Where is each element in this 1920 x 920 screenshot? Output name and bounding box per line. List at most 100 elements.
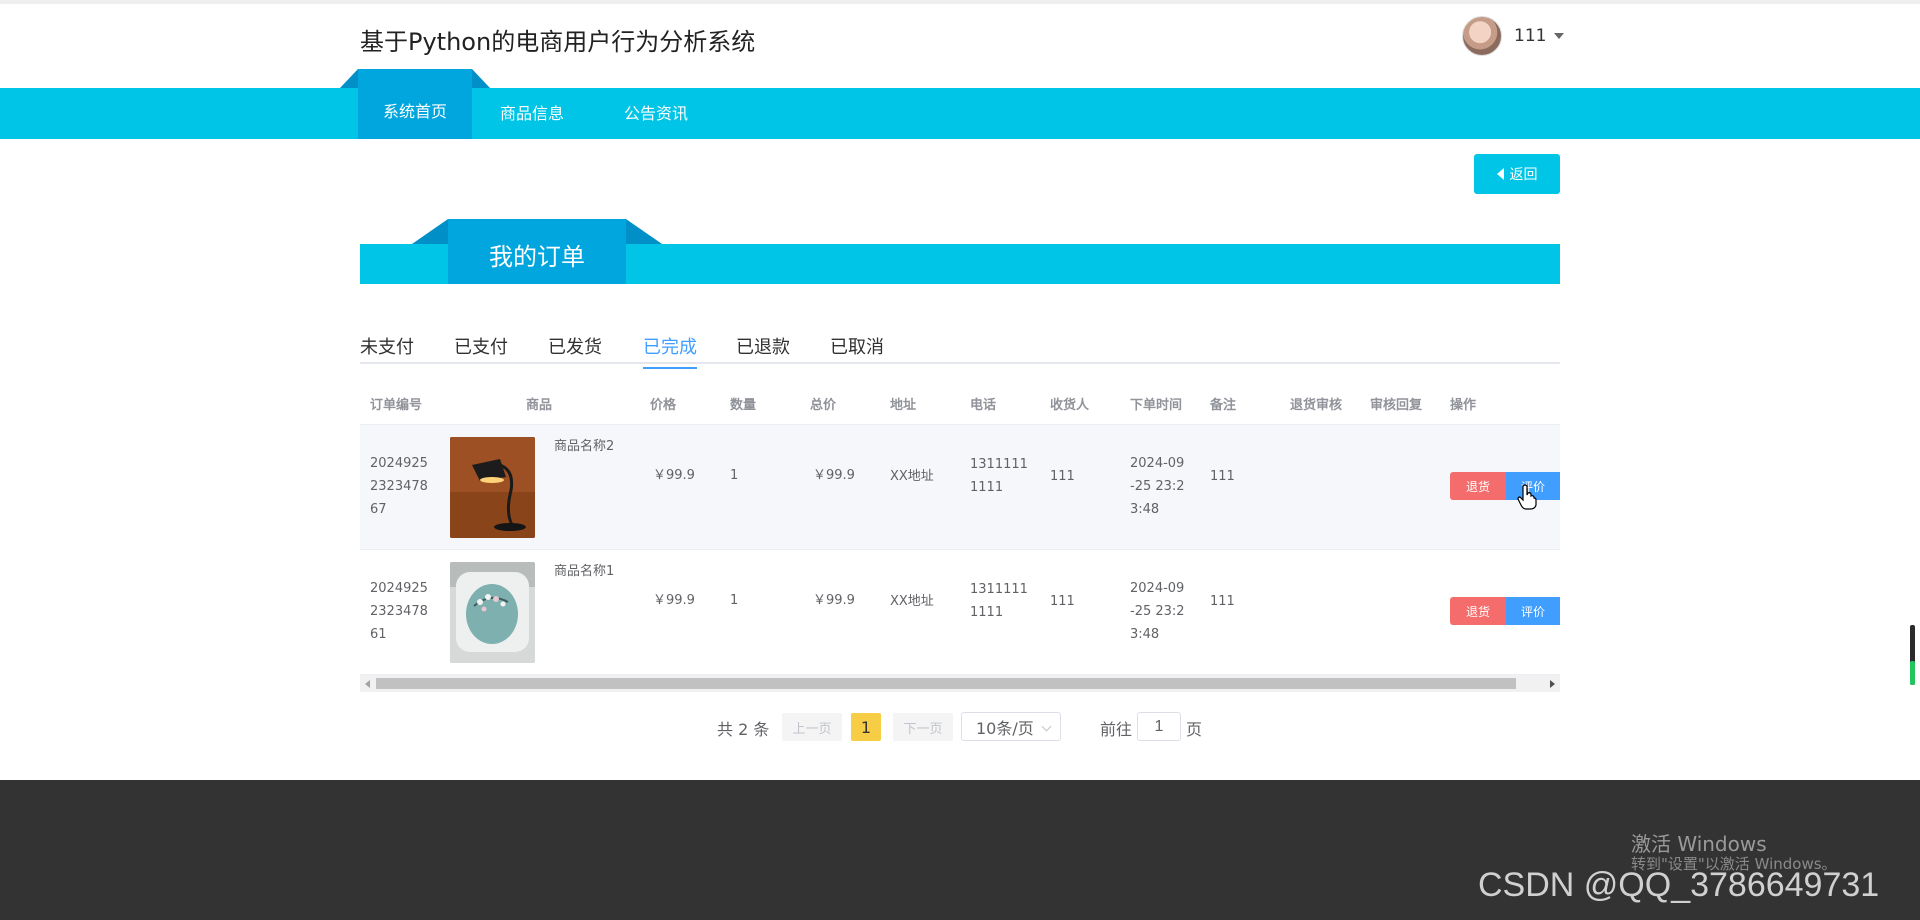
time-line: 2024-09 <box>1130 581 1185 596</box>
order-status-tabs: 未支付 已支付 已发货 已完成 已退款 已取消 <box>360 331 1560 369</box>
cell-remark: 111 <box>1210 469 1235 484</box>
back-triangle-icon <box>1496 168 1504 180</box>
tab-paid[interactable]: 已支付 <box>454 333 508 367</box>
order-no-line: 2323478 <box>370 479 428 494</box>
nav-tab-ear-right <box>472 69 490 88</box>
order-no-line: 2323478 <box>370 604 428 619</box>
back-label: 返回 <box>1509 167 1538 183</box>
page-scroll-indicator[interactable] <box>1910 625 1915 685</box>
user-name[interactable]: 111 <box>1514 26 1546 46</box>
nav-item-products[interactable]: 商品信息 <box>500 100 564 124</box>
pointer-hand-cursor-icon <box>1517 484 1537 510</box>
lamp-image <box>450 437 535 538</box>
pillow-image <box>450 562 535 663</box>
page: 基于Python的电商用户行为分析系统 111 系统首页 商品信息 公告资讯 返… <box>0 0 1920 920</box>
th-order-time: 下单时间 <box>1130 398 1183 413</box>
page-number-current[interactable]: 1 <box>851 713 881 741</box>
csdn-watermark: CSDN @QQ_3786649731 <box>1478 866 1880 904</box>
goto-page-input[interactable] <box>1137 712 1181 741</box>
cell-price: ￥99.9 <box>653 468 695 483</box>
chevron-down-icon <box>1041 721 1052 732</box>
phone-line: 1311111 <box>970 582 1028 597</box>
page-unit-label: 页 <box>1186 720 1203 739</box>
tab-cancelled[interactable]: 已取消 <box>830 333 884 367</box>
order-no-line: 67 <box>370 502 387 517</box>
page-size-value: 10条/页 <box>976 718 1034 738</box>
cell-phone: 1311111 1111 <box>970 578 1028 624</box>
table-row: 2024925 2323478 61 商品名称1 ￥99.9 1 ￥99.9 X… <box>360 550 1560 675</box>
cell-total: ￥99.9 <box>813 593 855 608</box>
scrollbar-thumb[interactable] <box>376 678 1516 689</box>
product-image-lamp[interactable] <box>450 437 535 538</box>
th-receiver: 收货人 <box>1050 398 1090 413</box>
user-menu[interactable]: 111 <box>1462 16 1565 56</box>
order-no-line: 2024925 <box>370 456 428 471</box>
avatar[interactable] <box>1462 16 1502 56</box>
tab-completed[interactable]: 已完成 <box>643 333 697 369</box>
phone-line: 1111 <box>970 480 1004 495</box>
cell-phone: 1311111 1111 <box>970 453 1028 499</box>
table-header: 订单编号 商品 价格 数量 总价 地址 电话 收货人 下单时间 备注 退货审核 … <box>360 380 1560 425</box>
nav-item-home[interactable]: 系统首页 <box>383 98 447 122</box>
order-no-line: 2024925 <box>370 581 428 596</box>
th-price: 价格 <box>650 398 677 413</box>
caret-down-icon[interactable] <box>1554 33 1565 39</box>
th-return-review: 退货审核 <box>1290 398 1343 413</box>
goto-label: 前往 <box>1100 720 1133 739</box>
phone-line: 1111 <box>970 605 1004 620</box>
cell-address: XX地址 <box>890 469 934 484</box>
nav-bar <box>0 88 1920 139</box>
scroll-right-arrow-icon[interactable] <box>1550 680 1555 688</box>
cell-order-time: 2024-09 -25 23:2 3:48 <box>1130 452 1185 521</box>
product-image-pillow[interactable] <box>450 562 535 663</box>
section-title: 我的订单 <box>489 243 585 271</box>
cell-order-time: 2024-09 -25 23:2 3:48 <box>1130 577 1185 646</box>
scroll-left-arrow-icon[interactable] <box>365 680 370 688</box>
th-order-no: 订单编号 <box>370 398 423 413</box>
th-address: 地址 <box>890 398 917 413</box>
nav-item-news[interactable]: 公告资讯 <box>624 100 688 124</box>
scroll-indicator-thumb[interactable] <box>1910 661 1915 685</box>
th-actions: 操作 <box>1450 398 1477 413</box>
back-button[interactable]: 返回 <box>1474 154 1560 194</box>
top-border <box>0 0 1920 4</box>
cell-qty: 1 <box>730 468 739 483</box>
th-total: 总价 <box>810 398 837 413</box>
next-page-button[interactable]: 下一页 <box>893 713 953 741</box>
table-row: 2024925 2323478 67 商品名称2 ￥99.9 1 ￥99.9 X… <box>360 425 1560 550</box>
th-review-reply: 审核回复 <box>1370 398 1423 413</box>
nav-tab-ear-left <box>340 69 358 88</box>
prev-page-button[interactable]: 上一页 <box>782 713 842 741</box>
th-product: 商品 <box>526 398 553 413</box>
cell-qty: 1 <box>730 593 739 608</box>
return-button[interactable]: 退货 <box>1450 472 1506 500</box>
page-size-select[interactable]: 10条/页 <box>961 712 1061 741</box>
cell-receiver: 111 <box>1050 469 1075 484</box>
time-line: 3:48 <box>1130 502 1160 517</box>
time-line: -25 23:2 <box>1130 604 1185 619</box>
th-qty: 数量 <box>730 398 757 413</box>
phone-line: 1311111 <box>970 457 1028 472</box>
time-line: 2024-09 <box>1130 456 1185 471</box>
site-title: 基于Python的电商用户行为分析系统 <box>360 28 756 56</box>
cell-remark: 111 <box>1210 594 1235 609</box>
cell-receiver: 111 <box>1050 594 1075 609</box>
cell-order-no: 2024925 2323478 61 <box>370 577 428 646</box>
time-line: 3:48 <box>1130 627 1160 642</box>
th-remark: 备注 <box>1210 398 1237 413</box>
cell-price: ￥99.9 <box>653 593 695 608</box>
cell-order-no: 2024925 2323478 67 <box>370 452 428 521</box>
review-button[interactable]: 评价 <box>1506 597 1560 625</box>
cell-product-name: 商品名称2 <box>554 439 615 454</box>
time-line: -25 23:2 <box>1130 479 1185 494</box>
table-horizontal-scrollbar[interactable] <box>360 675 1560 692</box>
cell-total: ￥99.9 <box>813 468 855 483</box>
th-phone: 电话 <box>970 398 997 413</box>
return-button[interactable]: 退货 <box>1450 597 1506 625</box>
cell-product-name: 商品名称1 <box>554 564 615 579</box>
tab-shipped[interactable]: 已发货 <box>548 333 602 367</box>
order-no-line: 61 <box>370 627 387 642</box>
tab-refunded[interactable]: 已退款 <box>736 333 790 367</box>
tab-unpaid[interactable]: 未支付 <box>360 333 414 367</box>
cell-address: XX地址 <box>890 594 934 609</box>
